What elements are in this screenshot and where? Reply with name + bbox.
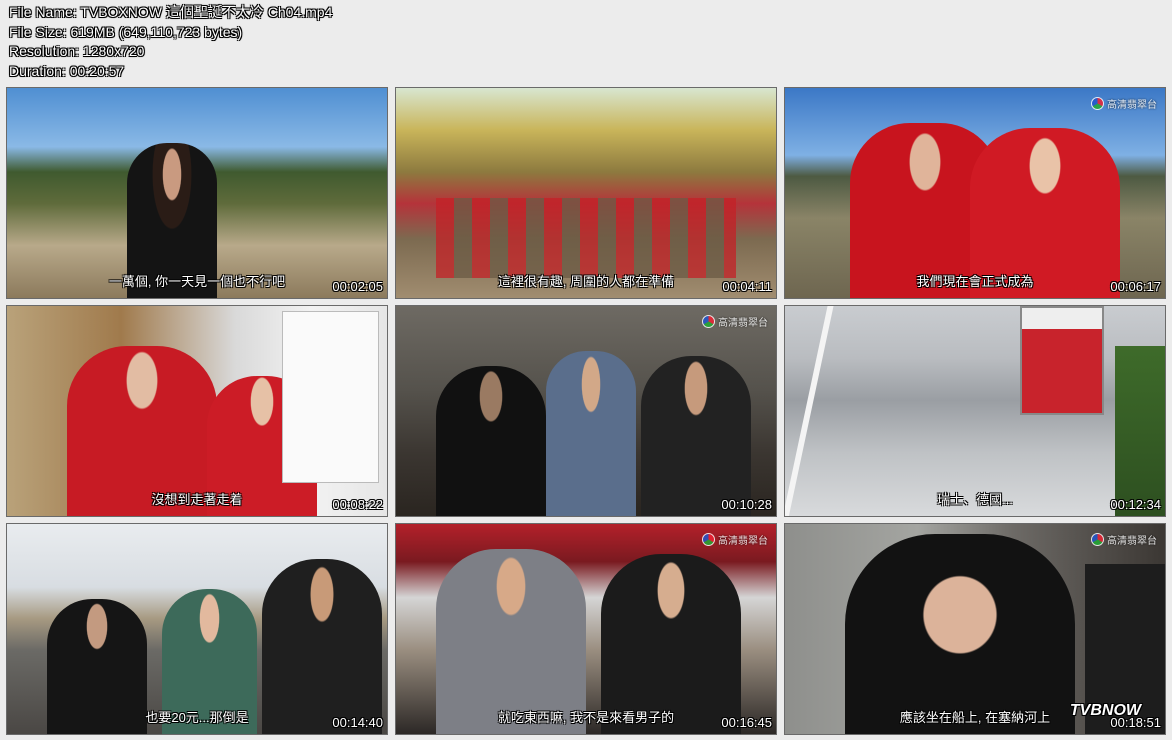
thumbnail-4[interactable]: 沒想到走著走着 00:08:22 [6,305,388,517]
tvb-logo-icon [1091,97,1104,110]
subtitle: 瑞士、德國... [937,492,1013,507]
timestamp: 00:04:11 [722,279,772,294]
thumbnail-5[interactable]: 高清翡翠台 00:10:28 [395,305,777,517]
thumbnail-3[interactable]: 高清翡翠台 我們現在會正式成為 00:06:17 [784,87,1166,299]
thumbnail-9[interactable]: 高清翡翠台 TVBNOW 應該坐在船上, 在塞納河上 00:18:51 [784,523,1166,735]
thumbnail-scene [396,88,776,298]
timestamp: 00:08:22 [332,497,383,512]
channel-logo: 高清翡翠台 [702,314,768,329]
thumbnail-scene [785,306,1165,516]
tvb-logo-icon [1091,533,1104,546]
tvb-logo-icon [702,315,715,328]
thumbnail-6[interactable]: 瑞士、德國... 00:12:34 [784,305,1166,517]
timestamp: 00:12:34 [1110,497,1161,512]
thumbnail-7[interactable]: 也要20元...那倒是 00:14:40 [6,523,388,735]
thumbnail-scene [396,306,776,516]
timestamp: 00:10:28 [721,497,772,512]
timestamp: 00:06:17 [1110,279,1161,294]
subtitle: 就吃東西嘛, 我不是來看男子的 [497,710,675,725]
thumbnail-1[interactable]: 一萬個, 你一天見一個也不行吧 00:02:05 [6,87,388,299]
subtitle: 也要20元...那倒是 [145,710,249,725]
thumbnail-grid: 一萬個, 你一天見一個也不行吧 00:02:05 這裡很有趣, 周圍的人都在準備… [0,0,1172,740]
tvb-logo-icon [702,533,715,546]
thumbnail-scene [7,88,387,298]
subtitle: 這裡很有趣, 周圍的人都在準備 [497,274,675,289]
subtitle: 一萬個, 你一天見一個也不行吧 [108,274,286,289]
subtitle: 應該坐在船上, 在塞納河上 [899,710,1051,725]
timestamp: 00:02:05 [332,279,383,294]
timestamp: 00:14:40 [332,715,383,730]
thumbnail-scene [7,306,387,516]
subtitle: 沒想到走著走着 [151,492,243,507]
subtitle: 我們現在會正式成為 [916,274,1034,289]
thumbnail-scene [396,524,776,734]
timestamp: 00:18:51 [1110,715,1161,730]
timestamp: 00:16:45 [721,715,772,730]
channel-logo: 高清翡翠台 [1091,96,1157,111]
thumbnail-scene [785,88,1165,298]
thumbnail-8[interactable]: 高清翡翠台 就吃東西嘛, 我不是來看男子的 00:16:45 [395,523,777,735]
thumbnail-scene [7,524,387,734]
channel-logo: 高清翡翠台 [702,532,768,547]
thumbnail-2[interactable]: 這裡很有趣, 周圍的人都在準備 00:04:11 [395,87,777,299]
channel-logo: 高清翡翠台 [1091,532,1157,547]
